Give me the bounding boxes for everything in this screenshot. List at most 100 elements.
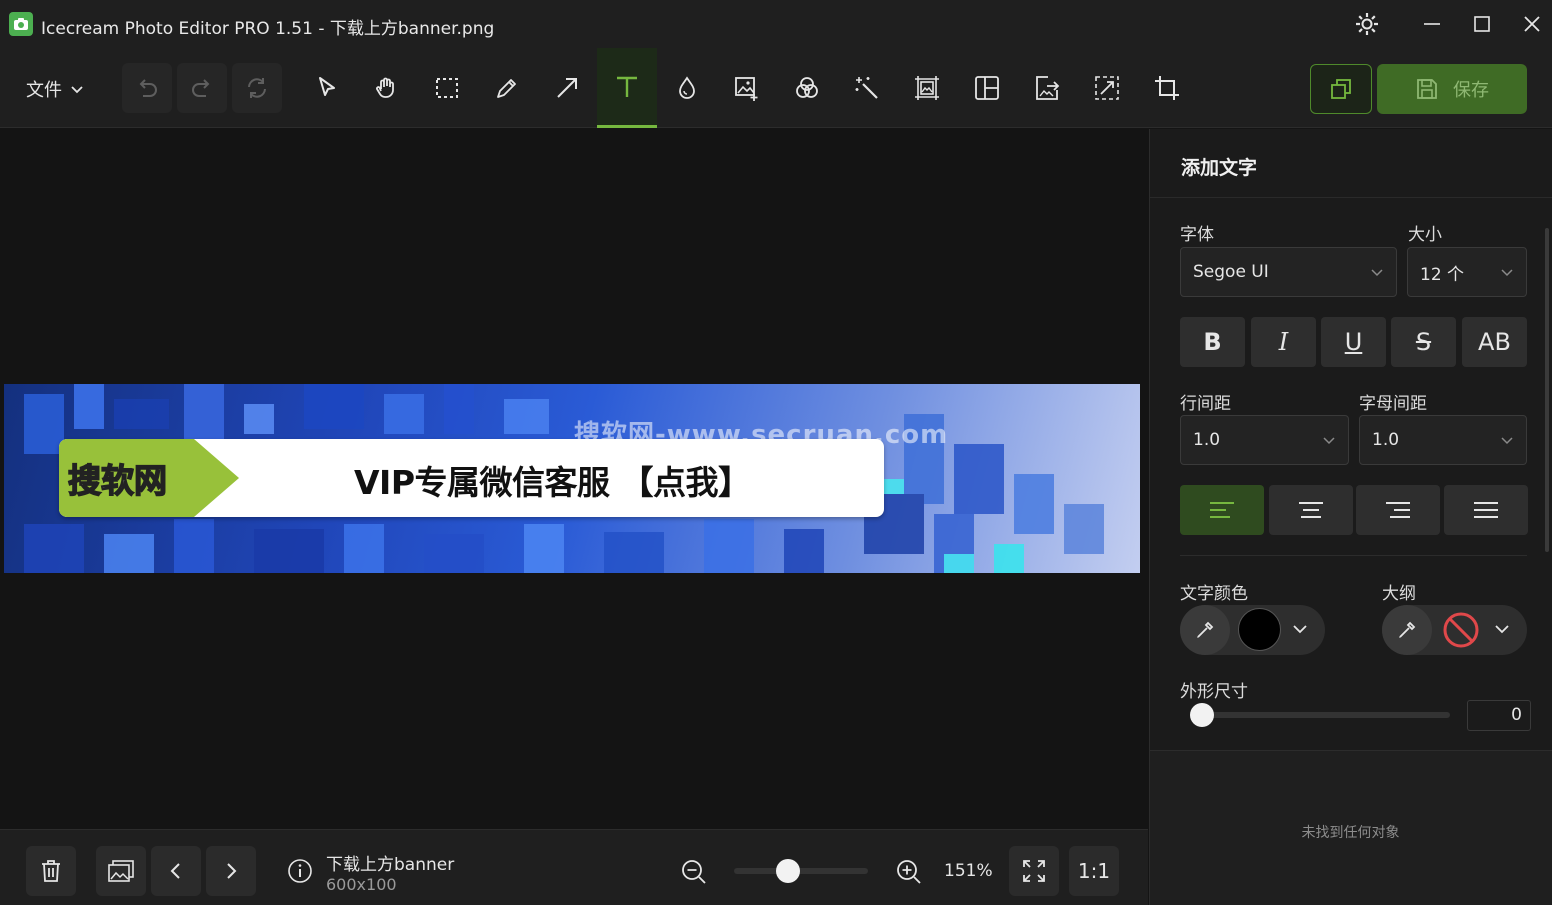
hand-tool[interactable] [362, 63, 412, 113]
align-justify-icon [1474, 502, 1498, 518]
banner-image[interactable]: 搜软网-www.secruan.com 搜软网 VIP专属微信客服 【点我】 [4, 384, 1140, 573]
fit-screen-button[interactable] [1009, 846, 1059, 896]
undo-button[interactable] [122, 63, 172, 113]
arrow-tool[interactable] [542, 63, 592, 113]
strikethrough-button[interactable]: S [1391, 317, 1456, 367]
font-dropdown[interactable]: Segoe UI [1180, 247, 1397, 297]
crop-tool[interactable] [1142, 63, 1192, 113]
filters-tool[interactable] [782, 63, 832, 113]
info-icon[interactable] [287, 858, 313, 888]
bold-button[interactable]: B [1180, 317, 1245, 367]
previous-button[interactable] [151, 846, 201, 896]
canvas-area[interactable]: 搜软网-www.secruan.com 搜软网 VIP专属微信客服 【点我】 [0, 129, 1148, 829]
crop-select-icon [1095, 76, 1119, 100]
chevron-down-icon[interactable] [1291, 620, 1309, 642]
drop-tool[interactable] [662, 63, 712, 113]
outline-eyedropper[interactable] [1382, 605, 1432, 655]
banner-logo-text: 搜软网 [67, 460, 168, 501]
main-toolbar: 文件 保存 [0, 48, 1552, 128]
chevron-down-icon [1501, 437, 1513, 445]
add-image-tool[interactable] [722, 63, 772, 113]
zoom-in-icon[interactable] [895, 858, 923, 890]
no-outline-icon[interactable] [1441, 610, 1481, 654]
text-color-swatch[interactable] [1238, 608, 1281, 651]
italic-button[interactable]: I [1251, 317, 1316, 367]
line-spacing-value: 1.0 [1193, 430, 1221, 450]
actual-size-label: 1:1 [1077, 859, 1111, 883]
export-tool[interactable] [1022, 63, 1072, 113]
gallery-button[interactable] [96, 846, 146, 896]
chevron-down-icon[interactable] [1493, 620, 1511, 642]
zoom-value: 151% [944, 861, 993, 881]
collage-tool[interactable] [962, 63, 1012, 113]
zoom-slider-knob[interactable] [775, 859, 800, 883]
align-left-button[interactable] [1180, 485, 1264, 535]
align-right-button[interactable] [1356, 485, 1440, 535]
zoom-slider[interactable] [734, 868, 868, 874]
eyedropper-icon [1399, 621, 1416, 638]
text-icon [617, 76, 637, 97]
align-right-icon [1386, 502, 1410, 518]
hand-icon [376, 77, 394, 98]
delete-button[interactable] [26, 846, 76, 896]
outline-label: 大纲 [1382, 584, 1416, 604]
maximize-icon[interactable] [1457, 0, 1507, 48]
size-dropdown[interactable]: 12 个 [1407, 247, 1527, 297]
redo-button[interactable] [177, 63, 227, 113]
duplicate-icon [1331, 79, 1351, 99]
all-caps-button[interactable]: AB [1462, 317, 1527, 367]
marquee-tool[interactable] [422, 63, 472, 113]
text-color-eyedropper[interactable] [1180, 605, 1230, 655]
settings-gear-icon[interactable] [1342, 0, 1392, 48]
align-center-icon [1299, 502, 1323, 518]
eyedropper-icon [1197, 621, 1214, 638]
close-icon[interactable] [1507, 0, 1552, 48]
chevron-down-icon [71, 86, 83, 94]
crop-select-tool[interactable] [1082, 63, 1132, 113]
size-value: 12 个 [1420, 264, 1465, 285]
magic-wand-icon [855, 77, 878, 99]
select-tool[interactable] [302, 63, 352, 113]
chevron-right-icon [227, 863, 237, 879]
line-spacing-label: 行间距 [1180, 394, 1231, 414]
chevron-down-icon [1371, 269, 1383, 277]
line-spacing-dropdown[interactable]: 1.0 [1180, 415, 1349, 465]
resize-tool[interactable] [902, 63, 952, 113]
drop-icon [679, 76, 695, 99]
minimize-icon[interactable] [1407, 0, 1457, 48]
pencil-tool[interactable] [482, 63, 532, 113]
size-label: 大小 [1408, 225, 1442, 245]
all-caps-label: AB [1478, 328, 1511, 356]
shape-size-slider[interactable] [1190, 712, 1450, 718]
shape-size-label: 外形尺寸 [1180, 682, 1248, 702]
text-tool[interactable] [597, 48, 657, 128]
magic-wand-tool[interactable] [842, 63, 892, 113]
panel-title: 添加文字 [1181, 157, 1258, 179]
save-button[interactable]: 保存 [1377, 64, 1527, 114]
next-button[interactable] [206, 846, 256, 896]
duplicate-button[interactable] [1310, 64, 1372, 114]
panel-scrollbar[interactable] [1545, 228, 1549, 552]
save-icon [1417, 79, 1437, 99]
reset-button[interactable] [232, 63, 282, 113]
letter-spacing-dropdown[interactable]: 1.0 [1359, 415, 1527, 465]
title-bar: Icecream Photo Editor PRO 1.51 - 下载上方ban… [0, 0, 1552, 48]
gallery-icon [108, 860, 134, 882]
align-left-icon [1210, 502, 1234, 518]
align-justify-button[interactable] [1444, 485, 1528, 535]
redo-icon [192, 79, 210, 97]
actual-size-button[interactable]: 1:1 [1069, 846, 1119, 896]
arrow-icon [557, 78, 577, 98]
text-color-label: 文字颜色 [1180, 584, 1248, 604]
align-center-button[interactable] [1269, 485, 1353, 535]
file-menu[interactable]: 文件 [18, 72, 92, 106]
undo-icon [139, 79, 157, 97]
shape-size-input[interactable]: 0 [1467, 700, 1531, 731]
zoom-out-icon[interactable] [680, 858, 708, 890]
italic-label: I [1278, 328, 1289, 356]
chevron-down-icon [1501, 269, 1513, 277]
collage-icon [975, 76, 999, 100]
filters-icon [796, 77, 818, 98]
underline-button[interactable]: U [1321, 317, 1386, 367]
shape-size-knob[interactable] [1190, 703, 1214, 727]
